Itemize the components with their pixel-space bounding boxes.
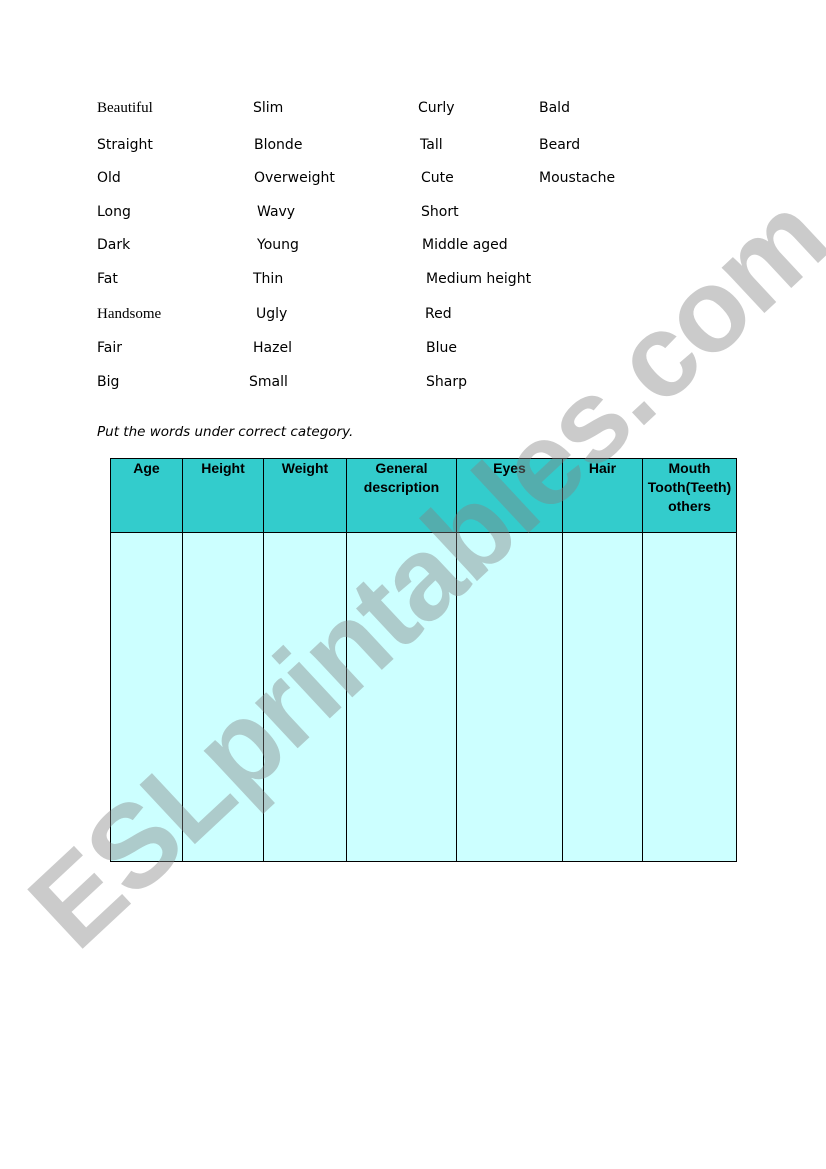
word: Wavy (257, 204, 296, 220)
word: Thin (253, 271, 284, 287)
word: Straight (97, 137, 153, 153)
cell-eyes[interactable] (456, 532, 563, 862)
word: Curly (418, 100, 455, 116)
cell-age[interactable] (110, 532, 183, 862)
header-weight: Weight (263, 458, 347, 533)
word: Medium height (426, 271, 532, 287)
table-row (110, 532, 737, 862)
header-general-description: General description (346, 458, 457, 533)
word: Red (425, 306, 452, 322)
word: Short (421, 204, 459, 220)
word: Handsome (97, 306, 162, 322)
word: Fair (97, 340, 122, 356)
header-mouth-teeth-others: Mouth Tooth(Teeth) others (642, 458, 737, 533)
word: Moustache (539, 170, 616, 186)
cell-general-description[interactable] (346, 532, 457, 862)
word: Dark (97, 237, 131, 253)
word: Slim (253, 100, 284, 116)
word: Hazel (253, 340, 292, 356)
header-eyes: Eyes (456, 458, 563, 533)
table-header-row: Age Height Weight General description Ey… (110, 458, 737, 533)
word: Bald (539, 100, 570, 116)
header-age: Age (110, 458, 183, 533)
word: Long (97, 204, 131, 220)
word: Blonde (254, 137, 303, 153)
word: Blue (426, 340, 457, 356)
word: Middle aged (422, 237, 508, 253)
word: Cute (421, 170, 454, 186)
category-table: Age Height Weight General description Ey… (110, 458, 737, 862)
header-height: Height (182, 458, 264, 533)
word: Fat (97, 271, 118, 287)
word: Sharp (426, 374, 467, 390)
word: Old (97, 170, 121, 186)
word: Young (257, 237, 299, 253)
cell-weight[interactable] (263, 532, 347, 862)
cell-mouth-teeth-others[interactable] (642, 532, 737, 862)
word: Ugly (256, 306, 288, 322)
word: Beautiful (97, 100, 153, 116)
cell-hair[interactable] (562, 532, 643, 862)
word: Small (249, 374, 288, 390)
word: Beard (539, 137, 581, 153)
word: Overweight (254, 170, 335, 186)
header-hair: Hair (562, 458, 643, 533)
word: Tall (420, 137, 443, 153)
cell-height[interactable] (182, 532, 264, 862)
instruction: Put the words under correct category. (97, 424, 354, 440)
word: Big (97, 374, 120, 390)
